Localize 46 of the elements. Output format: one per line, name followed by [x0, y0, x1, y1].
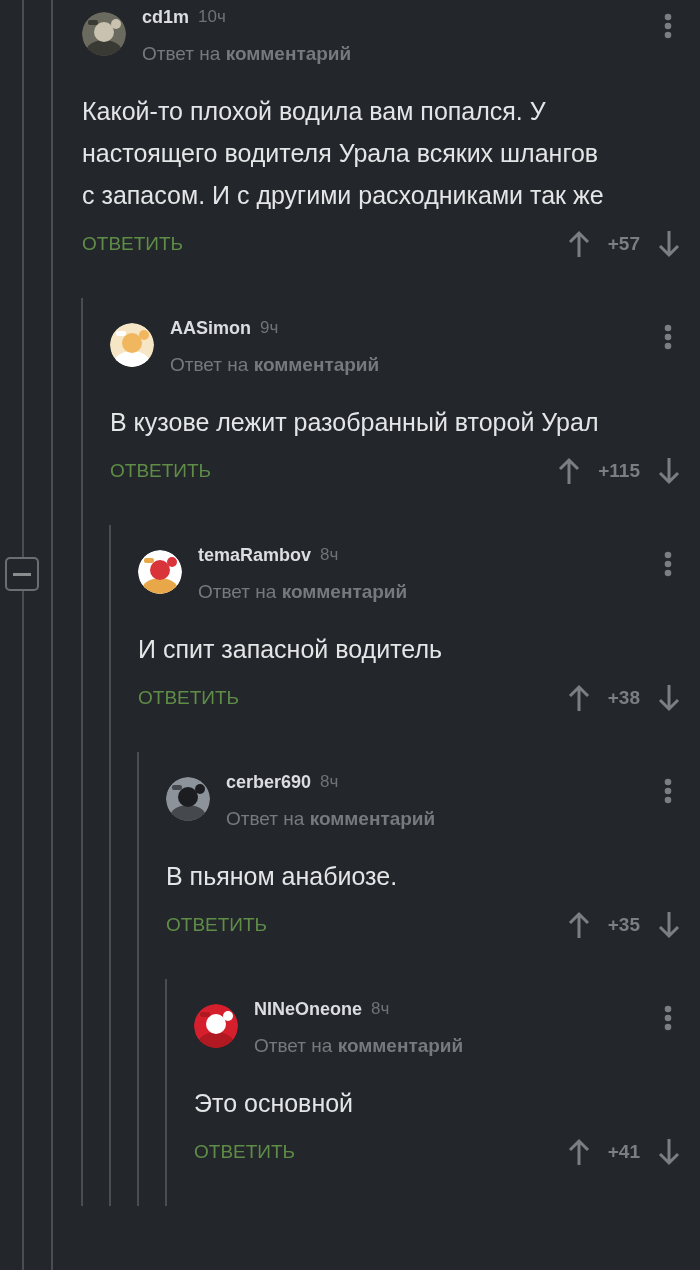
- comment-time: 8ч: [320, 544, 339, 567]
- comment-time: 8ч: [320, 771, 339, 794]
- reply-to-text: Ответ на комментарий: [226, 807, 437, 831]
- comment-score: +35: [607, 912, 640, 937]
- downvote-icon[interactable]: [658, 1138, 680, 1166]
- username-link[interactable]: cerber690: [226, 768, 312, 796]
- comment-time: 9ч: [260, 317, 279, 340]
- upvote-icon[interactable]: [558, 457, 581, 485]
- comment-text: Какой-то плохой водила вам попался. У настоящего водителя Урала всяких шлангов с запасом. И с другими расходниками так же: [82, 96, 605, 211]
- downvote-icon[interactable]: [658, 457, 680, 485]
- upvote-icon[interactable]: [567, 1138, 590, 1166]
- reply-to-text: Ответ на комментарий: [198, 580, 409, 604]
- upvote-icon[interactable]: [567, 230, 590, 258]
- more-icon[interactable]: [664, 13, 672, 39]
- username-link[interactable]: temaRambov: [198, 541, 312, 569]
- more-icon[interactable]: [664, 324, 672, 350]
- comment-text: Это основной: [194, 1088, 355, 1119]
- reply-to-text: Ответ на комментарий: [142, 42, 353, 66]
- downvote-icon[interactable]: [658, 230, 680, 258]
- downvote-icon[interactable]: [658, 911, 680, 939]
- comment-score: +38: [607, 685, 640, 710]
- upvote-icon[interactable]: [567, 684, 590, 712]
- comment-score: +57: [607, 231, 640, 256]
- username-link[interactable]: AASimon: [170, 314, 251, 342]
- reply-button[interactable]: ОТВЕТИТЬ: [82, 232, 184, 256]
- reply-to-text: Ответ на комментарий: [254, 1034, 465, 1058]
- more-icon[interactable]: [664, 778, 672, 804]
- reply-button[interactable]: ОТВЕТИТЬ: [166, 913, 268, 937]
- reply-to-text: Ответ на комментарий: [170, 353, 381, 377]
- downvote-icon[interactable]: [658, 684, 680, 712]
- comment-score: +115: [598, 458, 640, 483]
- comment-text: В кузове лежит разобранный второй Урал: [110, 407, 600, 438]
- upvote-icon[interactable]: [567, 911, 590, 939]
- comment-time: 10ч: [198, 6, 226, 29]
- more-icon[interactable]: [664, 1005, 672, 1031]
- username-link[interactable]: NINeOneone: [254, 995, 363, 1023]
- comment-text: И спит запасной водитель: [138, 634, 443, 665]
- comment-score: +41: [607, 1139, 640, 1164]
- reply-button[interactable]: ОТВЕТИТЬ: [138, 686, 240, 710]
- more-icon[interactable]: [664, 551, 672, 577]
- comment-text: В пьяном анабиозе.: [166, 861, 399, 892]
- collapse-button[interactable]: [5, 557, 39, 591]
- comment-time: 8ч: [371, 998, 390, 1021]
- username-link[interactable]: cd1m: [142, 3, 190, 31]
- reply-button[interactable]: ОТВЕТИТЬ: [110, 459, 212, 483]
- reply-button[interactable]: ОТВЕТИТЬ: [194, 1140, 296, 1164]
